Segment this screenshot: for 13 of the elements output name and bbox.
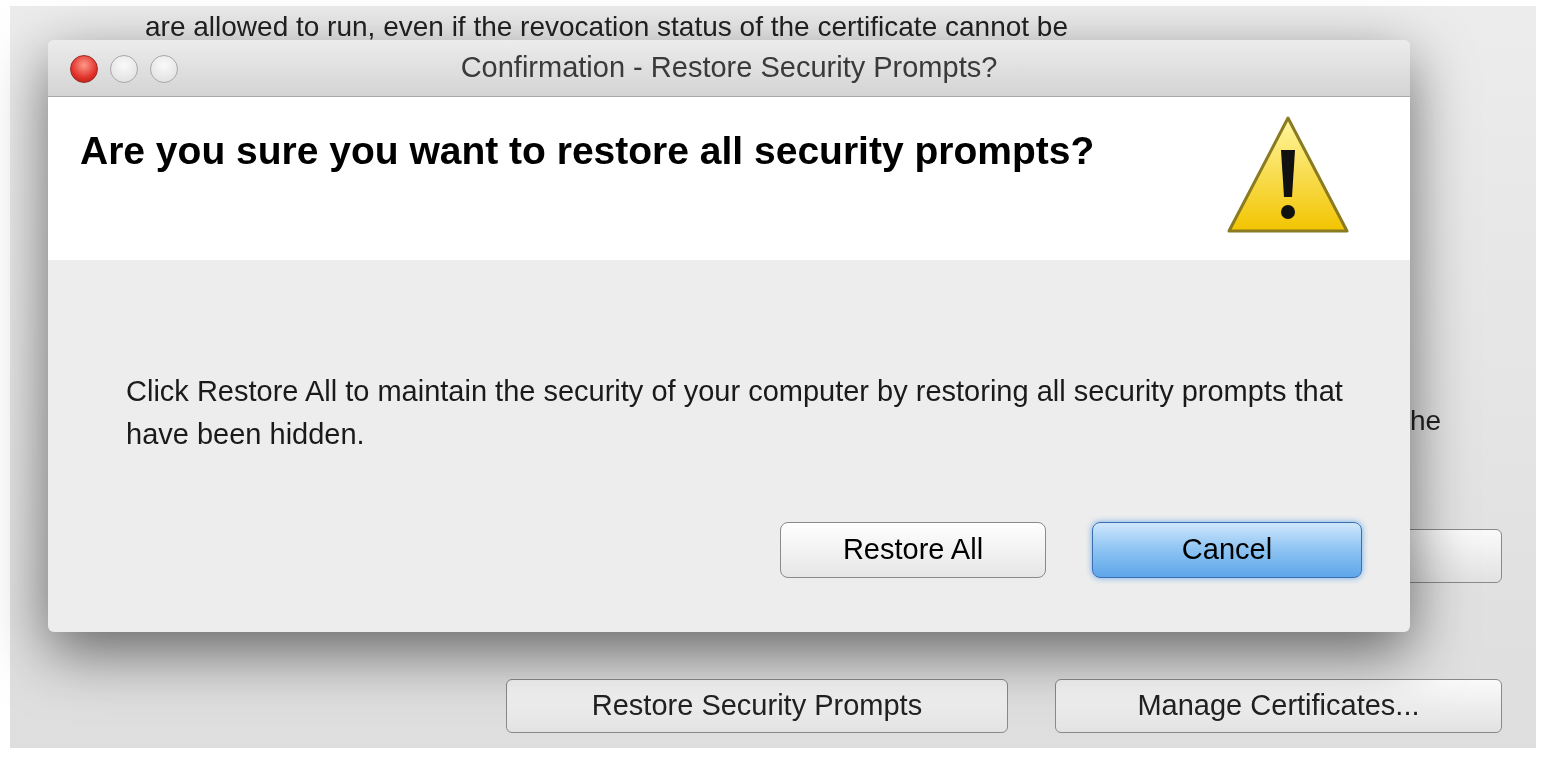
- push-button[interactable]: Restore Security Prompts: [506, 679, 1008, 733]
- close-button[interactable]: [70, 55, 98, 83]
- dialog-message: Click Restore All to maintain the security of your computer by restoring all security prompts that have been hidden.: [126, 374, 1344, 452]
- body-text: are allowed to run, even if the revocation status of the certificate cannot be: [145, 10, 1068, 44]
- push-button[interactable]: Manage Certificates...: [1055, 679, 1502, 733]
- warning-icon: [1226, 115, 1350, 235]
- push-button[interactable]: Restore All: [780, 522, 1046, 578]
- default-button[interactable]: Cancel: [1092, 522, 1362, 578]
- dialog-heading: Are you sure you want to restore all security prompts?: [80, 128, 1096, 174]
- minimize-button[interactable]: [110, 55, 138, 83]
- window-title: Confirmation - Restore Security Prompts?: [460, 50, 998, 86]
- body-text: he: [1410, 404, 1442, 438]
- zoom-button[interactable]: [150, 55, 178, 83]
